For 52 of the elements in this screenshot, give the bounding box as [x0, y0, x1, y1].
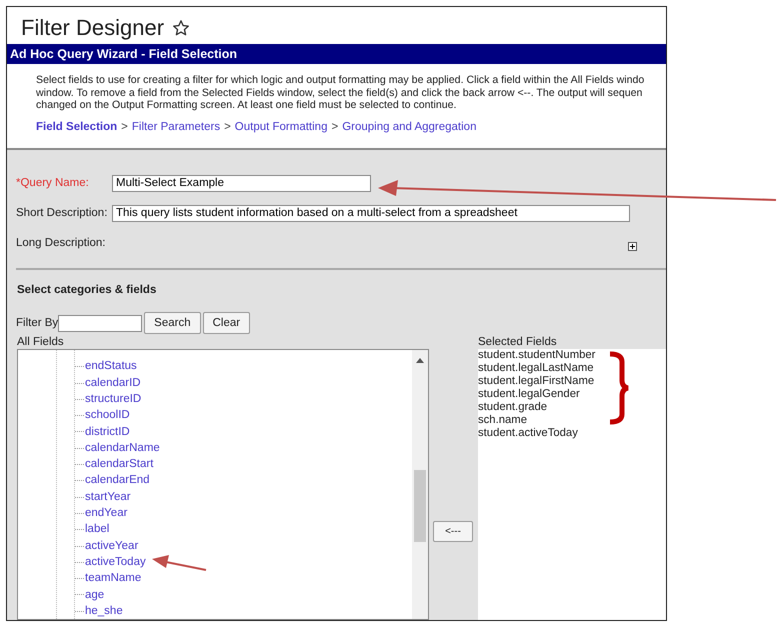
- breadcrumb-link[interactable]: Field Selection: [36, 120, 118, 148]
- back-arrow-button[interactable]: <---: [433, 521, 473, 542]
- breadcrumb-link[interactable]: Output Formatting: [234, 120, 328, 148]
- selected-field-item[interactable]: sch.name: [478, 414, 666, 428]
- field-item[interactable]: calendarStart: [85, 458, 154, 470]
- field-item[interactable]: teamName: [85, 572, 142, 584]
- field-item[interactable]: calendarName: [85, 442, 160, 454]
- field-item[interactable]: startYear: [85, 490, 131, 503]
- filter-by-label: Filter By: [16, 317, 58, 330]
- query-name-label: *Query Name:: [16, 177, 90, 190]
- scrollbar-thumb[interactable]: [414, 470, 426, 542]
- filter-field[interactable]: [58, 314, 142, 332]
- field-item[interactable]: calendarEnd: [85, 474, 150, 486]
- field-item[interactable]: activeYear: [85, 540, 138, 552]
- scroll-up-icon[interactable]: [416, 358, 424, 364]
- breadcrumb-separator: >: [331, 120, 338, 135]
- query-name-field[interactable]: Multi-Select Example: [112, 174, 371, 192]
- selected-field-item[interactable]: student.studentNumber: [478, 349, 666, 362]
- short-description-field[interactable]: This query lists student information based on a multi-select from a spreadsheet: [112, 204, 630, 222]
- field-item[interactable]: structureID: [85, 392, 142, 405]
- search-button[interactable]: Search: [144, 312, 201, 334]
- selected-field-item[interactable]: student.legalLastName: [478, 362, 666, 376]
- list-heading: All Fields: [17, 336, 65, 350]
- selected-field-item[interactable]: student.legalGender: [478, 388, 666, 402]
- field-item[interactable]: age: [85, 588, 104, 601]
- short-description-label: Short Description:: [16, 207, 108, 220]
- expand-icon[interactable]: [628, 242, 637, 251]
- selected-field-item[interactable]: student.legalFirstName: [478, 375, 666, 388]
- selected-field-item[interactable]: student.activeToday: [478, 427, 666, 440]
- long-description-label: Long Description:: [16, 237, 106, 250]
- field-item[interactable]: endStatus: [85, 360, 137, 372]
- scrollbar[interactable]: [412, 350, 428, 619]
- list-heading: Selected Fields: [478, 336, 558, 350]
- wizard-title-bar: Ad Hoc Query Wizard - Field Selection: [7, 44, 666, 64]
- field-item[interactable]: districtID: [85, 426, 130, 438]
- annotation-arrow: [152, 555, 206, 571]
- breadcrumb-link[interactable]: Filter Parameters: [132, 120, 220, 148]
- breadcrumb-link[interactable]: Grouping and Aggregation: [342, 120, 476, 148]
- field-item[interactable]: calendarID: [85, 376, 141, 389]
- field-item[interactable]: he_she: [85, 604, 123, 617]
- breadcrumb-separator: >: [224, 120, 231, 135]
- selected-field-item[interactable]: student.grade: [478, 401, 666, 414]
- instructions-text: Select fields to use for creating a filter for which logic and output formatting may be applied. Click a field within the All Fields windo window. To remove a field from the Selected Fields window, select the field(s) and click the back arrow <--. The output will sequen changed on the Output Formatting screen. At least one field must be selected to continue.: [35, 73, 646, 112]
- star-icon[interactable]: [172, 18, 190, 37]
- field-item[interactable]: endYear: [85, 507, 128, 520]
- field-item[interactable]: label: [85, 523, 110, 536]
- field-item[interactable]: activeToday: [85, 556, 146, 568]
- field-item[interactable]: schoolID: [85, 409, 130, 422]
- page-title: Filter Designer: [21, 14, 164, 41]
- breadcrumb-separator: >: [121, 120, 128, 135]
- clear-button[interactable]: Clear: [202, 312, 250, 334]
- section-heading: Select categories & fields: [16, 283, 158, 298]
